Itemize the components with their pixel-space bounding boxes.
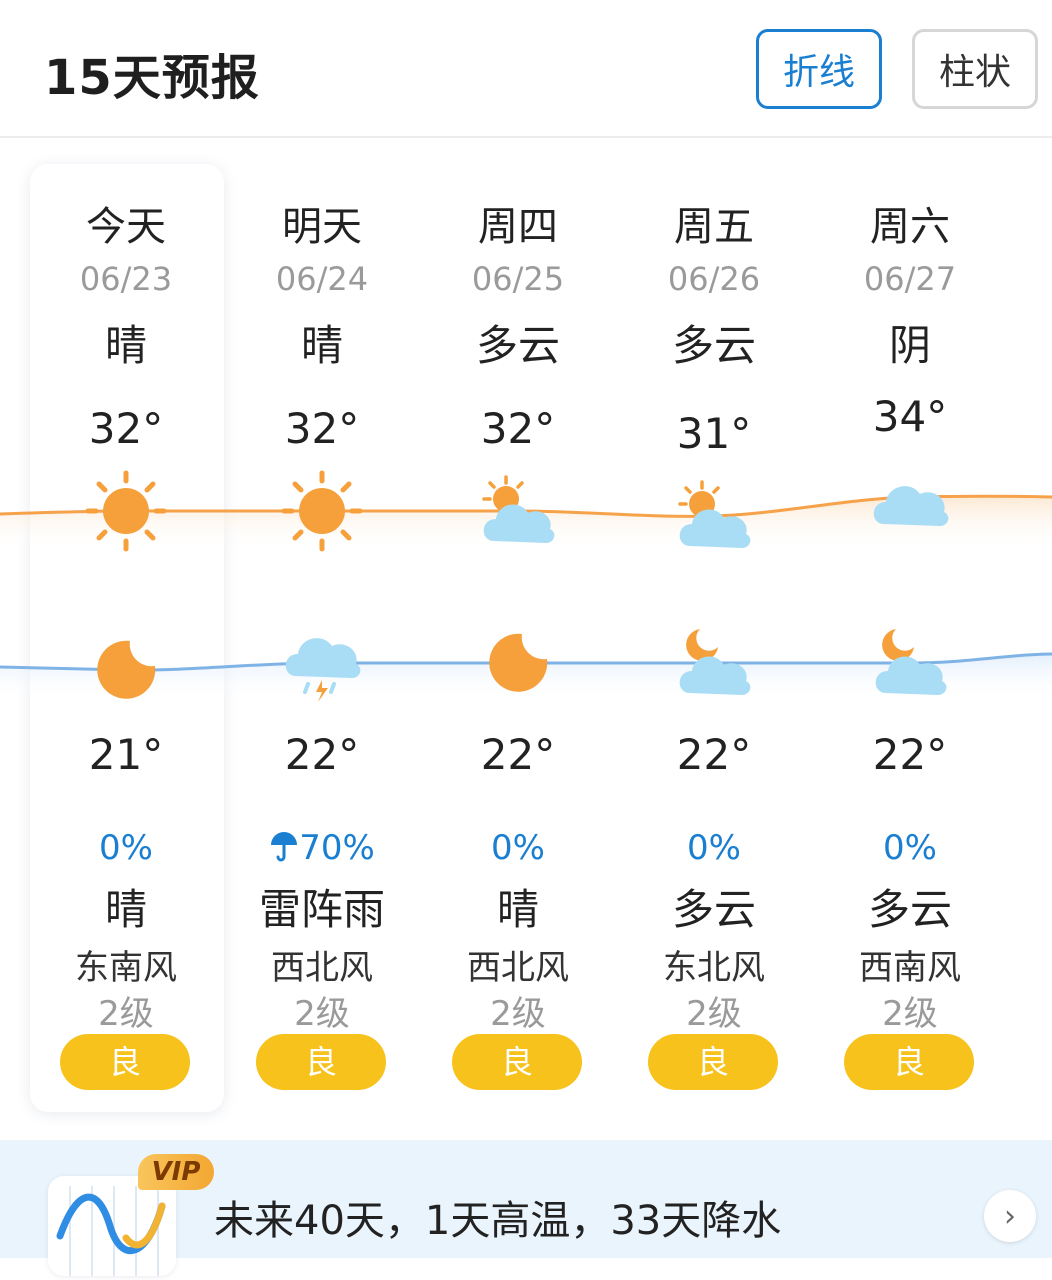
aqi-badge[interactable]: 良 <box>648 1034 778 1090</box>
vip-badge: VIP <box>138 1154 214 1190</box>
day-date: 06/23 <box>79 260 173 298</box>
day-condition: 多云 <box>475 321 560 370</box>
night-condition: 多云 <box>867 885 952 934</box>
low-temp: 22° <box>480 730 556 779</box>
high-temp: 31° <box>676 409 752 458</box>
precip-chance: 0% <box>883 828 937 868</box>
trend-chart-icon <box>48 1176 176 1276</box>
day-name: 周四 <box>478 204 558 250</box>
wind-level: 2级 <box>98 994 154 1034</box>
aqi-badge[interactable]: 良 <box>256 1034 386 1090</box>
header: 15天预报 折线 柱状 <box>0 0 1052 138</box>
low-temp: 22° <box>676 730 752 779</box>
forecast-day-column[interactable]: 周五 06/26 多云 31° 22° 0% 多云 东北风 2级 良 <box>616 164 812 1112</box>
page-title: 15天预报 <box>44 50 260 106</box>
precip-chance: 0% <box>99 828 153 868</box>
high-temp: 34° <box>872 392 948 441</box>
wind-level: 2级 <box>686 994 742 1034</box>
forecast-day-column[interactable]: 周四 06/25 多云 32° 22° 0% 晴 西北风 2级 良 <box>420 164 616 1112</box>
forecast-day-column[interactable]: 周六 06/27 阴 34° 22° 0% 多云 西南风 2级 良 <box>812 164 1008 1112</box>
forecast-day-column[interactable]: 今天 06/23 晴 32° 21° 0% 晴 东南风 2级 良 <box>28 164 224 1112</box>
low-temp: 22° <box>872 730 948 779</box>
day-date: 06/24 <box>275 260 369 298</box>
day-date: 06/27 <box>863 260 957 298</box>
toggle-bar-button[interactable]: 柱状 <box>912 29 1038 109</box>
low-temp: 22° <box>284 730 360 779</box>
wind-level: 2级 <box>882 994 938 1034</box>
day-condition: 晴 <box>104 321 147 370</box>
day-condition: 晴 <box>300 321 343 370</box>
wind-direction: 西北风 <box>271 948 373 988</box>
night-condition: 晴 <box>104 885 147 934</box>
umbrella-icon <box>271 832 298 862</box>
aqi-badge[interactable]: 良 <box>844 1034 974 1090</box>
high-temp: 32° <box>88 404 164 453</box>
day-name: 今天 <box>86 204 166 250</box>
day-condition: 多云 <box>671 321 756 370</box>
night-condition: 多云 <box>671 885 756 934</box>
day-name: 明天 <box>282 204 362 250</box>
aqi-badge[interactable]: 良 <box>60 1034 190 1090</box>
night-condition: 雷阵雨 <box>258 885 385 934</box>
toggle-line-button[interactable]: 折线 <box>756 29 882 109</box>
wind-direction: 西北风 <box>467 948 569 988</box>
day-condition: 阴 <box>888 321 931 370</box>
precip-value: 70% <box>299 828 375 868</box>
day-date: 06/25 <box>471 260 565 298</box>
forecast-day-column[interactable]: 明天 06/24 晴 32° 22° 70% 雷阵雨 西北风 2级 良 <box>224 164 420 1112</box>
precip-chance: 70% <box>224 828 420 868</box>
wind-direction: 东南风 <box>75 948 177 988</box>
day-date: 06/26 <box>667 260 761 298</box>
day-name: 周五 <box>674 204 754 250</box>
precip-chance: 0% <box>687 828 741 868</box>
night-condition: 晴 <box>496 885 539 934</box>
long-range-forecast-banner[interactable]: VIP 未来40天，1天高温，33天降水 › <box>0 1140 1052 1276</box>
day-name: 周六 <box>870 204 950 250</box>
low-temp: 21° <box>88 730 164 779</box>
high-temp: 32° <box>284 404 360 453</box>
chevron-right-icon[interactable]: › <box>984 1190 1036 1242</box>
precip-chance: 0% <box>491 828 545 868</box>
high-temp: 32° <box>480 404 556 453</box>
wind-level: 2级 <box>294 994 350 1034</box>
wind-direction: 东北风 <box>663 948 765 988</box>
wind-direction: 西南风 <box>859 948 961 988</box>
aqi-badge[interactable]: 良 <box>452 1034 582 1090</box>
banner-text: 未来40天，1天高温，33天降水 <box>214 1198 782 1244</box>
wind-level: 2级 <box>490 994 546 1034</box>
